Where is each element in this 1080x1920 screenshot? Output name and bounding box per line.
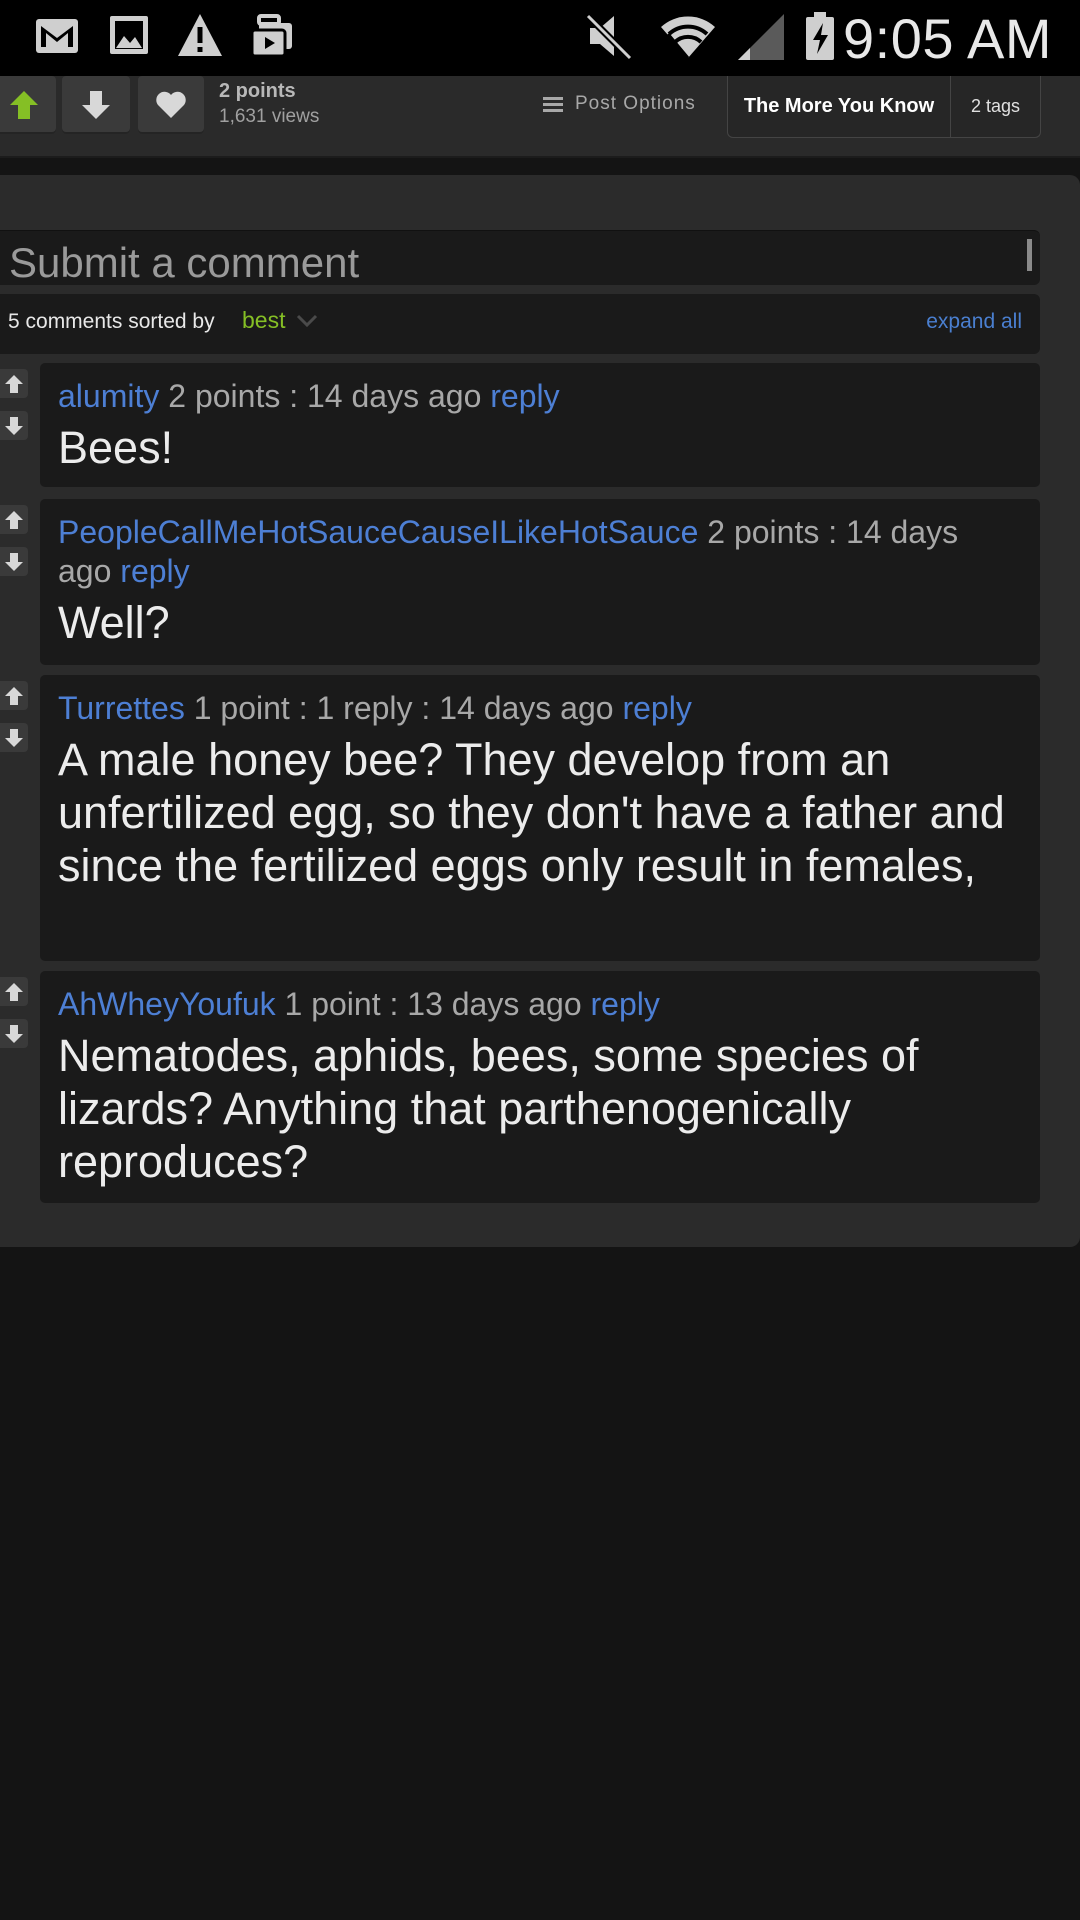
post-views: 1,631 views: [219, 106, 320, 127]
post-options-label: Post Options: [575, 93, 696, 114]
comment-reply-link[interactable]: reply: [591, 986, 660, 1022]
submit-comment-placeholder: Submit a comment: [9, 239, 360, 286]
heart-icon: [156, 91, 186, 118]
comment-text: A male honey bee? They develop from an u…: [58, 734, 1005, 891]
comment-meta: Turrettes 1 point : 1 reply : 14 days ag…: [58, 689, 1018, 728]
comment-item: AhWheyYoufuk 1 point : 13 days ago reply…: [40, 971, 1040, 1203]
comment-username[interactable]: AhWheyYoufuk: [58, 986, 276, 1022]
arrow-up-icon: [5, 510, 23, 529]
comment-item: Turrettes 1 point : 1 reply : 14 days ag…: [40, 675, 1040, 961]
comment-upvote-button[interactable]: [0, 505, 28, 534]
tag-box: The More You Know 2 tags: [727, 76, 1041, 138]
arrow-down-icon: [5, 416, 23, 435]
battery-charging-icon: [806, 12, 834, 60]
arrow-up-icon: [5, 686, 23, 705]
post-upvote-button[interactable]: [0, 76, 56, 134]
comment-meta: PeopleCallMeHotSauceCauseILikeHotSauce 2…: [58, 513, 1018, 591]
arrow-down-icon: [5, 552, 23, 571]
comment-reply-link[interactable]: reply: [490, 378, 559, 414]
post-action-bar: 2 points 1,631 views Post Options The Mo…: [0, 76, 1080, 158]
comment-text: Well?: [58, 597, 170, 648]
comment-text: Bees!: [58, 422, 174, 473]
arrow-down-icon: [82, 91, 110, 119]
comment-upvote-button[interactable]: [0, 977, 28, 1006]
warning-icon: [178, 14, 222, 56]
comment-upvote-button[interactable]: [0, 681, 28, 710]
comments-panel: Submit a comment 5 comments sorted by be…: [0, 175, 1080, 1247]
post-downvote-button[interactable]: [62, 76, 130, 134]
gmail-icon: [36, 19, 78, 53]
comment-reply-link[interactable]: reply: [120, 553, 189, 589]
sort-dropdown[interactable]: best: [242, 307, 285, 334]
sort-bar: 5 comments sorted by best expand all: [0, 294, 1040, 354]
comment-downvote-button[interactable]: [0, 547, 28, 576]
tag-the-more-you-know[interactable]: The More You Know: [728, 76, 951, 137]
comment-downvote-button[interactable]: [0, 411, 28, 440]
arrow-up-icon: [5, 374, 23, 393]
comment-info: 1 point : 1 reply : 14 days ago: [184, 690, 623, 726]
chevron-down-icon[interactable]: [296, 314, 318, 328]
comment-username[interactable]: alumity: [58, 378, 159, 414]
comment-info: 2 points : 14 days ago: [159, 378, 491, 414]
tags-count-button[interactable]: 2 tags: [951, 76, 1040, 137]
arrow-down-icon: [5, 1024, 23, 1043]
status-bar: 9:05 AM: [0, 0, 1080, 76]
comment-meta: AhWheyYoufuk 1 point : 13 days ago reply: [58, 985, 1018, 1024]
arrow-down-icon: [5, 728, 23, 747]
post-options-button[interactable]: Post Options: [543, 93, 696, 115]
comment-count-label: 5 comments sorted by: [8, 310, 215, 333]
comment-upvote-button[interactable]: [0, 369, 28, 398]
scrollbar-thumb[interactable]: [1027, 239, 1032, 271]
submit-comment-input[interactable]: Submit a comment: [0, 230, 1040, 286]
comment-text: Nematodes, aphids, bees, some species of…: [58, 1030, 919, 1187]
menu-icon: [543, 97, 563, 112]
gallery-icon: [110, 16, 148, 54]
comment-item: alumity 2 points : 14 days ago reply Bee…: [40, 363, 1040, 487]
arrow-up-icon: [5, 982, 23, 1001]
comment-reply-link[interactable]: reply: [622, 690, 691, 726]
comment-downvote-button[interactable]: [0, 723, 28, 752]
signal-icon: [738, 14, 784, 60]
clock: 9:05 AM: [843, 7, 1052, 70]
mute-icon: [585, 13, 633, 60]
comment-meta: alumity 2 points : 14 days ago reply: [58, 377, 1018, 416]
comment-item: PeopleCallMeHotSauceCauseILikeHotSauce 2…: [40, 499, 1040, 665]
comment-username[interactable]: PeopleCallMeHotSauceCauseILikeHotSauce: [58, 514, 698, 550]
wifi-icon: [661, 16, 715, 59]
arrow-up-icon: [10, 91, 38, 119]
comment-username[interactable]: Turrettes: [58, 690, 185, 726]
comment-downvote-button[interactable]: [0, 1019, 28, 1048]
favorite-button[interactable]: [138, 76, 204, 134]
expand-all-link[interactable]: expand all: [926, 310, 1022, 334]
post-points: 2 points: [219, 80, 296, 102]
comment-info: 1 point : 13 days ago: [275, 986, 591, 1022]
briefcase-icon: [250, 14, 292, 58]
